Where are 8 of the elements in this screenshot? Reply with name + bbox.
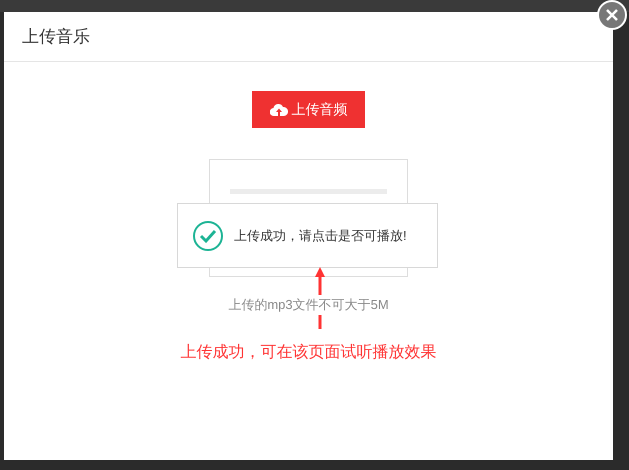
annotation-text: 上传成功，可在该页面试听播放效果 bbox=[180, 342, 436, 362]
hint-text: 上传的mp3文件不可大于5M bbox=[228, 295, 389, 314]
toast-message: 上传成功，请点击是否可播放! bbox=[234, 226, 407, 245]
cloud-upload-icon bbox=[270, 102, 288, 116]
close-icon bbox=[606, 9, 618, 21]
check-circle-icon bbox=[192, 220, 224, 252]
dialog-title: 上传音乐 bbox=[22, 26, 90, 48]
upload-button[interactable]: 上传音频 bbox=[252, 91, 365, 128]
